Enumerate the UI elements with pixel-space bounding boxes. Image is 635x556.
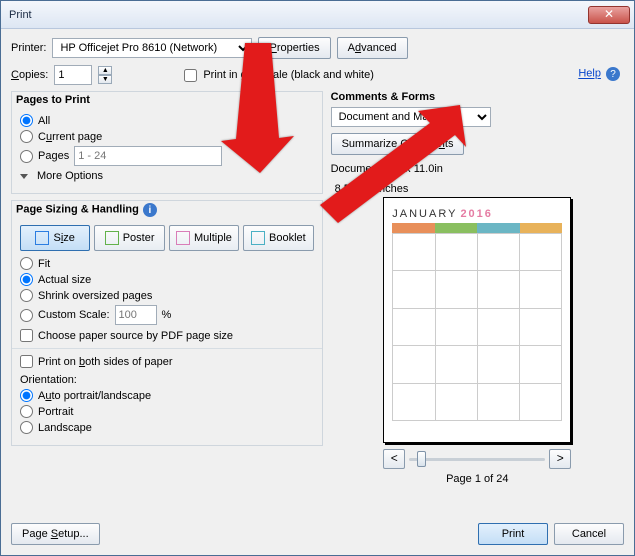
poster-button[interactable]: Poster: [94, 225, 164, 251]
page-setup-button[interactable]: Page Setup...: [11, 523, 100, 545]
calendar-title: JANUARY2016: [392, 208, 562, 220]
preview-area: 8.5 x 11 Inches JANUARY2016 <: [331, 183, 624, 485]
more-options-toggle[interactable]: More Options: [37, 170, 103, 182]
size-icon: [35, 231, 49, 245]
actual-radio[interactable]: [20, 273, 33, 286]
document-dimensions: Document: 8.5 x 11.0in: [331, 163, 624, 175]
calendar-grid: [392, 233, 562, 421]
sizing-title: Page Sizing & Handlingi: [12, 201, 322, 219]
size-button[interactable]: Size: [20, 225, 90, 251]
copies-spinner[interactable]: ▲▼: [98, 66, 112, 84]
booklet-icon: [251, 231, 265, 245]
portrait-label: Portrait: [38, 406, 73, 418]
chevron-down-icon: [20, 174, 28, 179]
properties-button[interactable]: Properties: [258, 37, 330, 59]
both-sides-checkbox[interactable]: [20, 355, 33, 368]
preview-size-label: 8.5 x 11 Inches: [331, 183, 409, 195]
cancel-button[interactable]: Cancel: [554, 523, 624, 545]
landscape-label: Landscape: [38, 422, 92, 434]
comments-forms-group: Comments & Forms Document and Markups Su…: [331, 91, 624, 179]
help-link[interactable]: Help ?: [578, 67, 620, 81]
page-preview: JANUARY2016: [383, 197, 571, 443]
printer-label: Printer:: [11, 42, 46, 54]
help-icon: ?: [606, 67, 620, 81]
sizing-handling-group: Page Sizing & Handlingi Size Poster Mult…: [11, 200, 323, 446]
actual-label: Actual size: [38, 274, 91, 286]
grayscale-label: Print in grayscale (black and white): [203, 69, 374, 81]
next-page-button[interactable]: >: [549, 449, 571, 469]
current-radio[interactable]: [20, 130, 33, 143]
prev-page-button[interactable]: <: [383, 449, 405, 469]
grayscale-checkbox[interactable]: [184, 69, 197, 82]
comments-title: Comments & Forms: [331, 91, 624, 103]
current-label: Current page: [38, 131, 102, 143]
choose-paper-checkbox[interactable]: [20, 329, 33, 342]
scale-input: [115, 305, 157, 325]
summarize-comments-button[interactable]: Summarize Comments: [331, 133, 465, 155]
portrait-radio[interactable]: [20, 405, 33, 418]
shrink-label: Shrink oversized pages: [38, 290, 152, 302]
all-label: All: [38, 115, 50, 127]
printer-select[interactable]: HP Officejet Pro 8610 (Network): [52, 38, 252, 58]
copies-label: Copies:: [11, 69, 48, 81]
auto-orient-radio[interactable]: [20, 389, 33, 402]
multiple-icon: [176, 231, 190, 245]
pages-radio[interactable]: [20, 150, 33, 163]
print-button[interactable]: Print: [478, 523, 548, 545]
close-button[interactable]: ✕: [588, 6, 630, 24]
poster-icon: [105, 231, 119, 245]
comments-forms-select[interactable]: Document and Markups: [331, 107, 491, 127]
pages-title: Pages to Print: [12, 92, 322, 108]
percent-label: %: [162, 309, 172, 321]
all-radio[interactable]: [20, 114, 33, 127]
help-icon[interactable]: i: [143, 203, 157, 217]
custom-scale-radio[interactable]: [20, 309, 33, 322]
booklet-button[interactable]: Booklet: [243, 225, 313, 251]
landscape-radio[interactable]: [20, 421, 33, 434]
pages-radio-label: Pages: [38, 150, 69, 162]
multiple-button[interactable]: Multiple: [169, 225, 239, 251]
pages-to-print-group: Pages to Print All Current page Pages Mo…: [11, 91, 323, 194]
page-of-label: Page 1 of 24: [446, 473, 508, 485]
orientation-label: Orientation:: [20, 374, 314, 386]
window-title: Print: [9, 9, 588, 21]
advanced-button[interactable]: Advanced: [337, 37, 408, 59]
slider-thumb[interactable]: [417, 451, 426, 467]
auto-orient-label: Auto portrait/landscape: [38, 390, 151, 402]
titlebar: Print ✕: [1, 1, 634, 29]
page-slider[interactable]: [409, 458, 545, 461]
shrink-radio[interactable]: [20, 289, 33, 302]
pages-range-input[interactable]: [74, 146, 222, 166]
copies-input[interactable]: [54, 65, 92, 85]
fit-radio[interactable]: [20, 257, 33, 270]
choose-paper-label: Choose paper source by PDF page size: [38, 330, 233, 342]
fit-label: Fit: [38, 258, 50, 270]
custom-scale-label: Custom Scale:: [38, 309, 110, 321]
both-sides-label: Print on both sides of paper: [38, 356, 173, 368]
